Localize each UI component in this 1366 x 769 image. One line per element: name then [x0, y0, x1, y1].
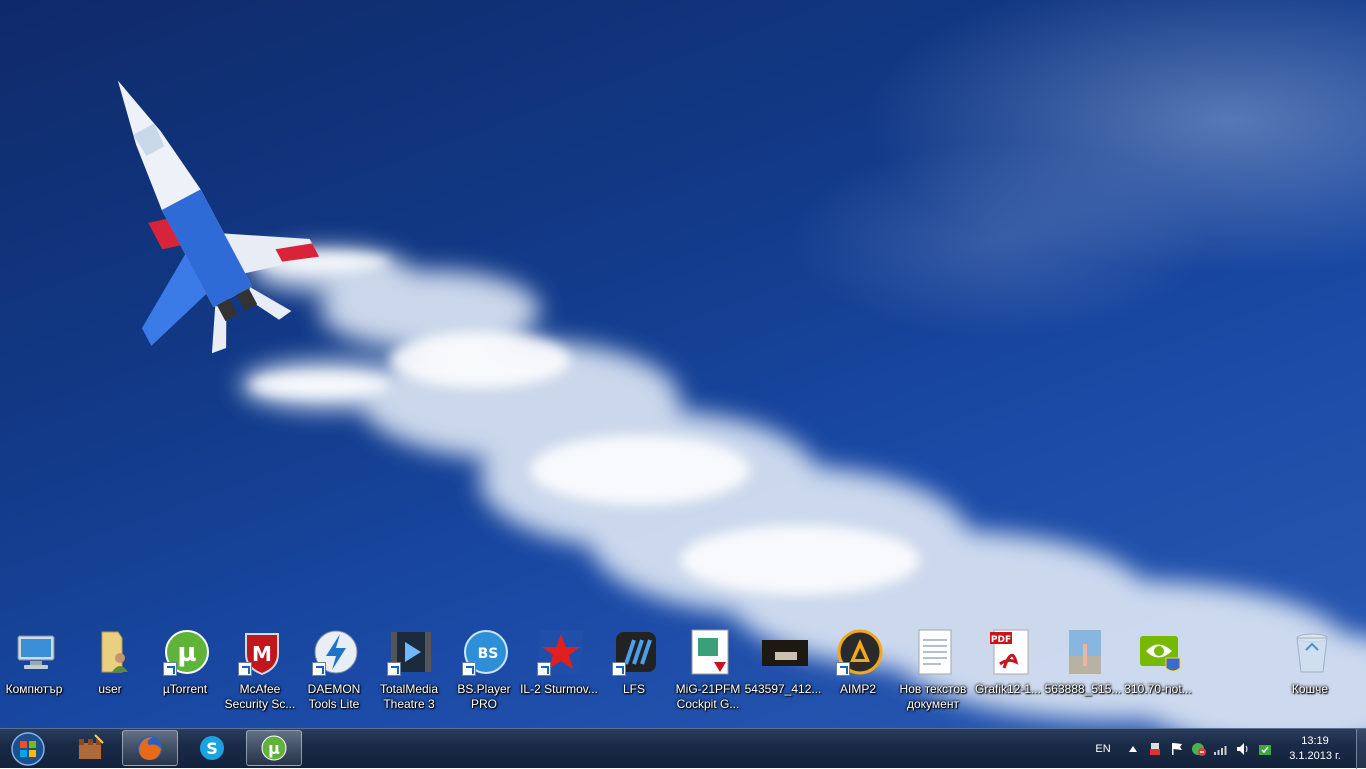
firefox-icon [138, 736, 162, 760]
tray-volume[interactable] [1232, 729, 1254, 769]
language-indicator[interactable]: EN [1088, 743, 1118, 755]
antivirus-icon [1192, 743, 1206, 756]
volume-icon [1237, 743, 1248, 755]
taskbar: S µ EN 13:19 3.1.2013 г. [0, 728, 1366, 769]
tray-antivirus[interactable] [1188, 729, 1210, 769]
taskbar-utorrent[interactable]: µ [246, 730, 302, 766]
shortcut-arrow-icon [238, 662, 252, 676]
svg-text:µ: µ [177, 638, 196, 668]
taskbar-game-app[interactable] [62, 730, 118, 766]
desktop-icon-label: Grafik12-1... [974, 682, 1042, 696]
nvidia-installer-icon [1136, 628, 1184, 676]
desktop-icon-label: Кошче [1291, 682, 1329, 696]
desktop-icon-aimp2[interactable]: AIMP2 [824, 628, 896, 716]
desktop-icon-user[interactable]: user [76, 628, 148, 716]
bsplayer-icon: BS [462, 628, 510, 676]
desktop-icon-bsplayer[interactable]: BS BS.Player PRO [450, 628, 522, 716]
photo-thumbnail-icon [761, 628, 809, 676]
desktop-icon-label: 543597_412... [744, 682, 822, 696]
shortcut-arrow-icon [387, 662, 401, 676]
shortcut-arrow-icon [836, 662, 850, 676]
desktop-icon-label: 310.70-not... [1124, 682, 1192, 696]
shortcut-arrow-icon [462, 662, 476, 676]
desktop-icon-mig21-pdf[interactable]: MiG-21PFM Cockpit G... [674, 628, 746, 716]
desktop[interactable]: Компютър user µ µTorrent M McAfee Securi… [0, 0, 1366, 728]
desktop-icon-il2[interactable]: IL-2 Sturmov... [520, 628, 598, 716]
totalmedia-icon [387, 628, 435, 676]
lfs-icon [612, 628, 660, 676]
mcafee-icon: M [238, 628, 286, 676]
taskbar-skype[interactable]: S [184, 730, 240, 766]
desktop-icon-mcafee[interactable]: M McAfee Security Sc... [225, 628, 298, 716]
tray-usb[interactable] [1144, 729, 1166, 769]
shortcut-arrow-icon [612, 662, 626, 676]
desktop-icon-label: TotalMedia Theatre 3 [379, 682, 439, 711]
network-signal-icon [1214, 746, 1227, 755]
shortcut-arrow-icon [537, 662, 551, 676]
desktop-icon-photo-1[interactable]: 543597_412... [745, 628, 821, 716]
desktop-icon-label: Компютър [5, 682, 63, 696]
desktop-icon-text-document[interactable]: Нов текстов документ [899, 628, 971, 716]
desktop-icon-label: IL-2 Sturmov... [520, 682, 598, 696]
system-tray: EN 13:19 3.1.2013 г. [1088, 729, 1354, 769]
desktop-icon-recycle-bin[interactable]: Кошче [1276, 628, 1348, 716]
desktop-icon-daemon-tools[interactable]: DAEMON Tools Lite [300, 628, 372, 716]
desktop-icon-photo-2[interactable]: 563888_515... [1045, 628, 1121, 716]
desktop-icon-label: AIMP2 [839, 682, 876, 696]
svg-text:S: S [206, 739, 218, 758]
aimp-icon [836, 628, 884, 676]
taskbar-firefox[interactable] [122, 730, 178, 766]
desktop-icon-label: Нов текстов документ [899, 682, 967, 711]
desktop-icon-label: McAfee Security Sc... [224, 682, 296, 711]
desktop-icon-nvidia-installer[interactable]: 310.70-not... [1124, 628, 1196, 716]
svg-text:PDF: PDF [991, 635, 1011, 645]
desktop-icon-utorrent[interactable]: µ µTorrent [151, 628, 223, 716]
start-button[interactable] [2, 730, 54, 768]
show-hidden-icons-button[interactable] [1122, 729, 1144, 769]
user-folder-icon [88, 628, 136, 676]
adobe-pdf-icon: PDF [986, 628, 1034, 676]
pdf-document-icon [686, 628, 734, 676]
daemon-tools-icon [312, 628, 360, 676]
skype-icon: S [200, 736, 224, 760]
computer-icon [12, 628, 60, 676]
action-center-flag-icon [1172, 743, 1182, 755]
windows-orb-icon [11, 732, 45, 766]
clock[interactable]: 13:19 3.1.2013 г. [1276, 734, 1354, 764]
show-hidden-icons-icon [1129, 746, 1137, 752]
desktop-icon-label: MiG-21PFM Cockpit G... [675, 682, 741, 711]
utorrent-icon: µ [261, 735, 287, 761]
desktop-icon-lfs[interactable]: LFS [600, 628, 672, 716]
desktop-icon-label: µTorrent [162, 682, 208, 696]
wallpaper-jet-image [117, 80, 1366, 728]
desktop-icon-label: 563888_515... [1044, 682, 1122, 696]
shortcut-arrow-icon [163, 662, 177, 676]
castle-game-icon [79, 734, 104, 759]
usb-icon [1150, 743, 1160, 755]
text-document-icon [911, 628, 959, 676]
desktop-icon-label: user [98, 682, 122, 696]
svg-text:BS: BS [478, 646, 499, 662]
tray-action-center[interactable] [1166, 729, 1188, 769]
desktop-icon-label: LFS [622, 682, 645, 696]
tray-update[interactable] [1254, 729, 1276, 769]
clock-time: 13:19 [1301, 735, 1329, 747]
desktop-icon-grafik-pdf[interactable]: PDF Grafik12-1... [974, 628, 1046, 716]
tray-network[interactable] [1210, 729, 1232, 769]
recycle-bin-icon [1288, 628, 1336, 676]
desktop-icon-label: BS.Player PRO [457, 682, 511, 711]
il2-icon [537, 628, 585, 676]
photo-thumbnail-icon [1061, 628, 1109, 676]
show-desktop-button[interactable] [1356, 729, 1366, 769]
svg-text:µ: µ [268, 739, 280, 758]
update-icon [1259, 745, 1271, 755]
shortcut-arrow-icon [312, 662, 326, 676]
clock-date: 3.1.2013 г. [1289, 750, 1341, 762]
desktop-icon-totalmedia[interactable]: TotalMedia Theatre 3 [375, 628, 447, 716]
svg-text:M: M [252, 642, 272, 666]
desktop-icon-label: DAEMON Tools Lite [307, 682, 361, 711]
utorrent-icon: µ [163, 628, 211, 676]
desktop-icon-computer[interactable]: Компютър [0, 628, 72, 716]
